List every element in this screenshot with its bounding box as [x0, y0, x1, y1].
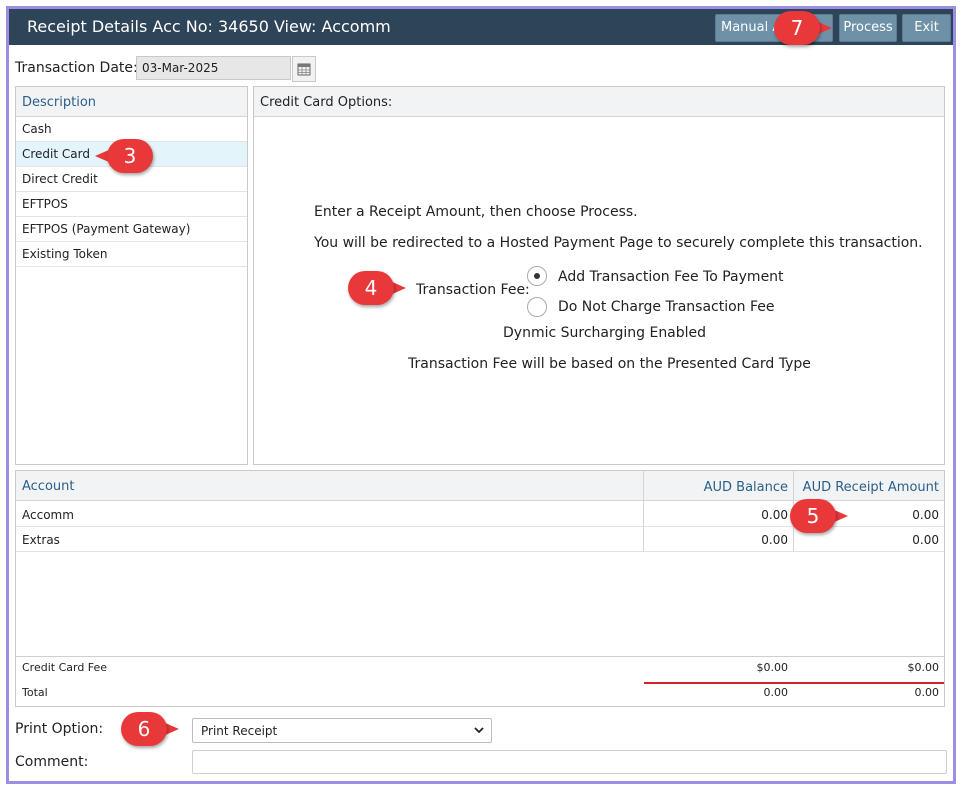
print-option-label: Print Option: [15, 721, 104, 737]
receipt-amount-input[interactable]: 0.00 [796, 533, 939, 547]
transaction-fee-label: Transaction Fee: [416, 282, 530, 298]
print-option-select[interactable]: Print Receipt [192, 718, 492, 743]
option-add-fee-label: Add Transaction Fee To Payment [558, 269, 784, 285]
radio-add-fee[interactable] [527, 266, 547, 286]
callout-bubble: 7 [774, 11, 820, 45]
payment-method-eftpos[interactable]: EFTPOS [16, 192, 247, 217]
receipt-column-header: AUD Receipt Amount [802, 480, 939, 495]
exit-button[interactable]: Exit [902, 14, 951, 42]
chevron-down-icon [474, 727, 484, 734]
receipt-details-window: Receipt Details Acc No: 34650 View: Acco… [6, 6, 956, 784]
comment-label: Comment: [15, 754, 89, 770]
calendar-icon [297, 63, 311, 76]
payment-method-eftpos-gateway[interactable]: EFTPOS (Payment Gateway) [16, 217, 247, 242]
window-title: Receipt Details Acc No: 34650 View: Acco… [27, 17, 391, 36]
description-header: Description [16, 87, 247, 117]
callout-number: 5 [806, 504, 820, 528]
calendar-button[interactable] [292, 56, 316, 82]
option-no-fee-label: Do Not Charge Transaction Fee [558, 299, 775, 315]
payment-method-existing-token[interactable]: Existing Token [16, 242, 247, 267]
account-name: Accomm [22, 508, 74, 522]
callout-number: 7 [790, 16, 804, 40]
credit-card-fee-label: Credit Card Fee [22, 661, 108, 674]
radio-selected-dot [534, 273, 540, 279]
footer-divider [16, 656, 944, 657]
surcharge-status: Dynmic Surcharging Enabled [503, 325, 707, 341]
comment-input[interactable] [192, 750, 947, 774]
credit-card-options-header: Credit Card Options: [254, 87, 944, 117]
callout-bubble: 4 [348, 271, 394, 305]
fee-note: Transaction Fee will be based on the Pre… [408, 356, 811, 372]
callout-number: 6 [137, 717, 151, 741]
callout-number: 4 [364, 276, 378, 300]
radio-no-fee[interactable] [527, 297, 547, 317]
callout-bubble: 5 [790, 499, 836, 533]
account-column-header: Account [22, 479, 75, 494]
callout-bubble: 3 [107, 139, 153, 173]
transaction-date-label: Transaction Date: [15, 60, 138, 76]
total-label: Total [22, 686, 48, 699]
account-balance: 0.00 [761, 508, 788, 522]
callout-bubble: 6 [121, 712, 167, 746]
credit-card-fee-receipt: $0.00 [907, 661, 940, 674]
row-divider [16, 551, 944, 552]
callout-number: 3 [123, 144, 137, 168]
total-receipt: 0.00 [914, 686, 940, 699]
total-rule [644, 682, 944, 684]
balance-column-header: AUD Balance [703, 480, 788, 495]
credit-card-fee-balance: $0.00 [756, 661, 789, 674]
account-name: Extras [22, 533, 60, 547]
account-balance: 0.00 [761, 533, 788, 547]
transaction-date-input[interactable]: 03-Mar-2025 [136, 56, 291, 80]
instruction-line-2: You will be redirected to a Hosted Payme… [314, 235, 923, 251]
total-balance: 0.00 [763, 686, 789, 699]
instruction-line-1: Enter a Receipt Amount, then choose Proc… [314, 204, 638, 220]
print-option-value: Print Receipt [201, 724, 278, 738]
process-button[interactable]: Process [839, 14, 897, 42]
